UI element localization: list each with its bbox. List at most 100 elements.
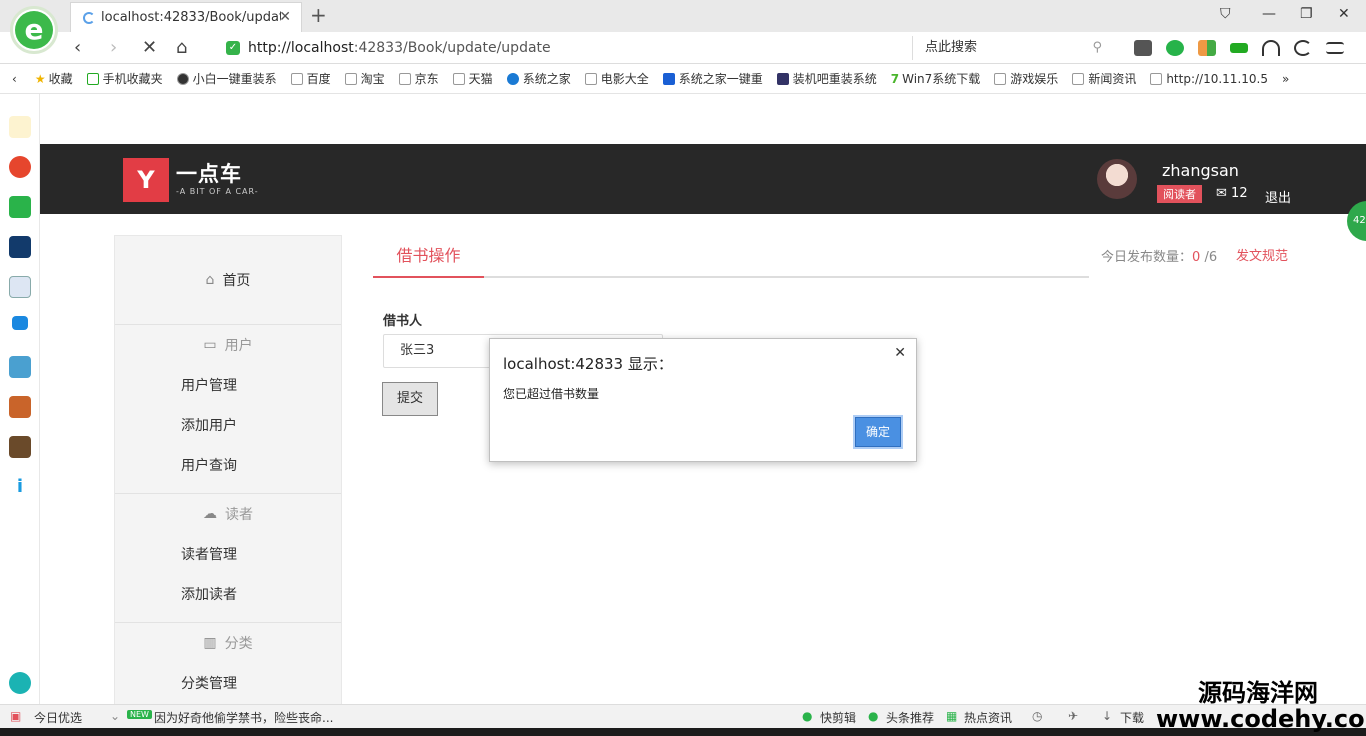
bookmarks-collapse-icon[interactable]: ‹ xyxy=(12,72,17,86)
quick-clip-icon: ● xyxy=(802,709,813,723)
sidebar-item-reader-management[interactable]: 读者管理 xyxy=(115,534,341,574)
chat-icon: ☁ xyxy=(203,506,217,522)
site-logo[interactable]: Y xyxy=(123,158,169,202)
borrower-label: 借书人 xyxy=(383,314,423,329)
sidebar-item-user-management[interactable]: 用户管理 xyxy=(115,365,341,405)
favorites-icon[interactable] xyxy=(9,116,31,138)
game-app-icon[interactable] xyxy=(9,356,31,378)
bookmark-item[interactable]: http://10.11.10.5 xyxy=(1150,72,1268,86)
game-app-icon[interactable] xyxy=(9,396,31,418)
tab-close-icon[interactable]: ✕ xyxy=(279,9,291,25)
alert-dialog: localhost:42833 显示： ✕ 您已超过借书数量 确定 xyxy=(489,338,917,462)
chat-bubble-icon[interactable] xyxy=(12,316,28,330)
watermark-line-1: 源码海洋网 xyxy=(1198,679,1318,707)
pin-icon[interactable]: ✈ xyxy=(1068,709,1078,723)
search-icon[interactable]: ⚲ xyxy=(1092,36,1102,60)
bookmark-item[interactable]: 装机吧重装系统 xyxy=(776,70,877,87)
tab-title: localhost:42833/Book/update xyxy=(101,10,281,25)
dialog-message: 您已超过借书数量 xyxy=(503,387,600,401)
news-ticker-link[interactable]: 因为好奇他偷学禁书，险些丧命... xyxy=(154,709,333,726)
speed-icon[interactable]: ◷ xyxy=(1032,709,1042,723)
loading-icon xyxy=(83,11,95,24)
site-logo-text: 一点车 xyxy=(176,162,242,186)
game-icon[interactable] xyxy=(1134,40,1152,56)
bookmark-item[interactable]: 小白一键重装系 xyxy=(176,70,277,87)
close-icon[interactable]: ✕ xyxy=(894,345,906,361)
bookmark-item[interactable]: 系统之家 xyxy=(506,70,571,87)
post-rules-link[interactable]: 发文规范 xyxy=(1236,245,1288,264)
bookmark-item[interactable]: 百度 xyxy=(290,70,331,87)
home-icon[interactable]: ⌂ xyxy=(176,37,187,58)
headline-icon: ● xyxy=(868,709,879,723)
bookmark-item[interactable]: 电影大全 xyxy=(584,70,649,87)
sidebar: ⌂ 首页 ▭ 用户 用户管理 添加用户 用户查询 ☁ 读者 读者管理 添加读者 ▥ 分类… xyxy=(114,235,342,704)
address-bar: ‹ › ✕ ⌂ ✓ http://localhost:42833/Book/up… xyxy=(0,32,1366,64)
role-badge: 阅读者 xyxy=(1157,185,1202,203)
sidebar-item-add-reader[interactable]: 添加读者 xyxy=(115,574,341,614)
headline-link[interactable]: 头条推荐 xyxy=(886,709,934,726)
apps-icon[interactable] xyxy=(1198,40,1216,56)
sidebar-item-user-query[interactable]: 用户查询 xyxy=(115,445,341,485)
game-app-icon[interactable] xyxy=(9,436,31,458)
quick-clip-link[interactable]: 快剪辑 xyxy=(820,709,856,726)
bookmarks-more-icon[interactable]: » xyxy=(1282,72,1289,86)
browser-tab[interactable]: localhost:42833/Book/update ✕ xyxy=(70,2,302,32)
url-path: :42833/Book/update/update xyxy=(353,40,551,56)
maximize-button[interactable]: ❐ xyxy=(1300,6,1313,22)
bookmark-item[interactable]: 手机收藏夹 xyxy=(86,70,163,87)
tab-borrow-book[interactable]: 借书操作 xyxy=(373,238,484,278)
skin-icon[interactable]: ⛉ xyxy=(1220,6,1231,22)
minimize-button[interactable]: — xyxy=(1262,6,1276,22)
bookmark-item[interactable]: 新闻资讯 xyxy=(1072,70,1136,87)
sidebar-group-readers: ☁ 读者 xyxy=(203,506,253,523)
download-link[interactable]: 下载 xyxy=(1120,709,1144,726)
stop-loading-button[interactable]: ✕ xyxy=(142,37,157,58)
search-input[interactable]: 点此搜索 ⚲ xyxy=(912,36,1112,60)
weibo-icon[interactable] xyxy=(9,156,31,178)
notes-icon[interactable] xyxy=(9,276,31,298)
dialog-title: localhost:42833 显示： xyxy=(503,355,673,373)
close-window-button[interactable]: ✕ xyxy=(1338,6,1350,22)
reader-icon[interactable] xyxy=(9,236,31,258)
bookmark-item[interactable]: 7 Win7系统下载 xyxy=(891,70,981,87)
sidebar-item-add-user[interactable]: 添加用户 xyxy=(115,405,341,445)
home-icon: ⌂ xyxy=(205,272,215,288)
bookmark-item[interactable]: ★ 收藏 xyxy=(35,70,73,87)
forward-button[interactable]: › xyxy=(110,37,117,58)
chevron-down-icon[interactable]: ⌄ xyxy=(110,709,120,723)
mail-link[interactable]: ✉ 12 xyxy=(1216,186,1248,201)
battery-icon[interactable] xyxy=(1230,43,1248,53)
new-tab-button[interactable]: + xyxy=(310,3,327,27)
new-badge: NEW xyxy=(127,710,152,719)
gift-icon[interactable]: ▣ xyxy=(10,709,21,723)
bookmark-item[interactable]: 系统之家一键重 xyxy=(662,70,763,87)
search-placeholder: 点此搜索 xyxy=(925,40,978,55)
headset-icon[interactable] xyxy=(1262,40,1280,56)
logout-link[interactable]: 退出 xyxy=(1265,187,1291,206)
back-button[interactable]: ‹ xyxy=(74,37,81,58)
bookmark-item[interactable]: 游戏娱乐 xyxy=(994,70,1058,87)
hot-news-link[interactable]: 热点资讯 xyxy=(964,709,1012,726)
mail-icon[interactable] xyxy=(9,196,31,218)
today-picks-link[interactable]: 今日优选 xyxy=(34,709,82,726)
bookmark-item[interactable]: 天猫 xyxy=(452,70,493,87)
menu-icon[interactable] xyxy=(1326,42,1344,54)
chat-icon[interactable] xyxy=(1166,40,1184,56)
avatar[interactable] xyxy=(1097,159,1137,199)
bookmarks-bar: ‹ ★ 收藏 手机收藏夹 小白一键重装系 百度 淘宝 京东 天猫 系统之家 电影大… xyxy=(0,64,1366,94)
bookmark-item[interactable]: 京东 xyxy=(398,70,439,87)
tools-icon[interactable] xyxy=(9,672,31,694)
submit-button[interactable]: 提交 xyxy=(382,382,438,416)
chart-icon: ▥ xyxy=(203,635,217,651)
sidebar-item-category-management[interactable]: 分类管理 xyxy=(115,663,341,703)
bookmark-item[interactable]: 淘宝 xyxy=(344,70,385,87)
download-icon[interactable]: ↓ xyxy=(1102,709,1112,723)
undo-icon[interactable] xyxy=(1294,40,1312,56)
hot-news-icon: ▦ xyxy=(946,709,958,723)
browser-logo-icon[interactable]: e xyxy=(10,6,58,54)
ok-button[interactable]: 确定 xyxy=(855,417,901,447)
username[interactable]: zhangsan xyxy=(1162,161,1239,180)
sidebar-item-home[interactable]: ⌂ 首页 xyxy=(115,236,341,324)
url-field[interactable]: ✓ http://localhost:42833/Book/update/upd… xyxy=(226,36,906,60)
p-app-icon[interactable]: i xyxy=(9,476,31,498)
